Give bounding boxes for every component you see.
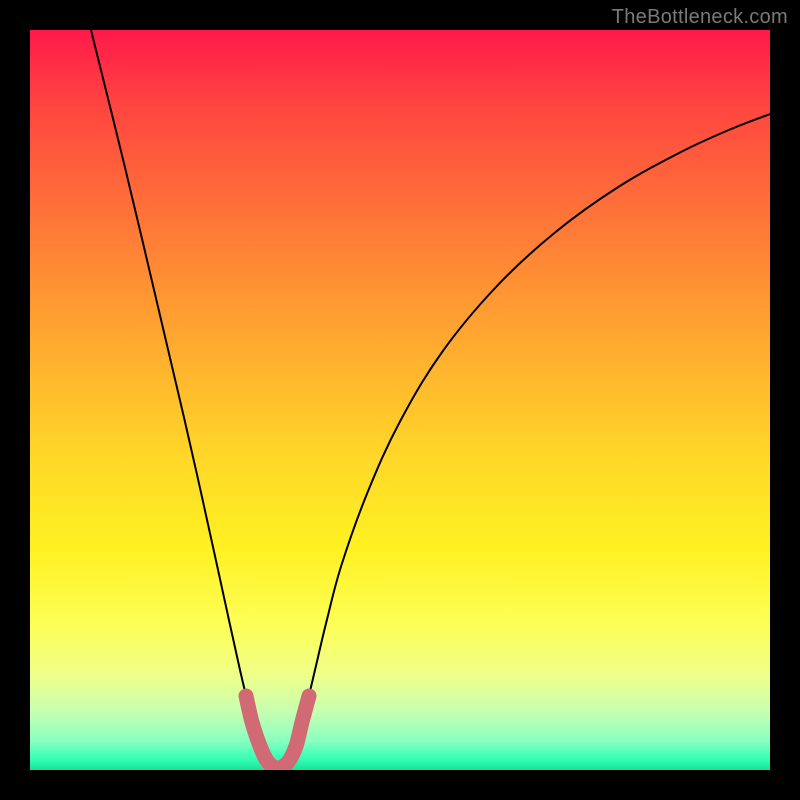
bottleneck-curve	[91, 30, 770, 768]
valley-highlight	[246, 696, 309, 768]
plot-area	[30, 30, 770, 770]
watermark-label: TheBottleneck.com	[612, 6, 788, 29]
chart-frame: TheBottleneck.com	[0, 0, 800, 800]
curve-svg	[30, 30, 770, 770]
